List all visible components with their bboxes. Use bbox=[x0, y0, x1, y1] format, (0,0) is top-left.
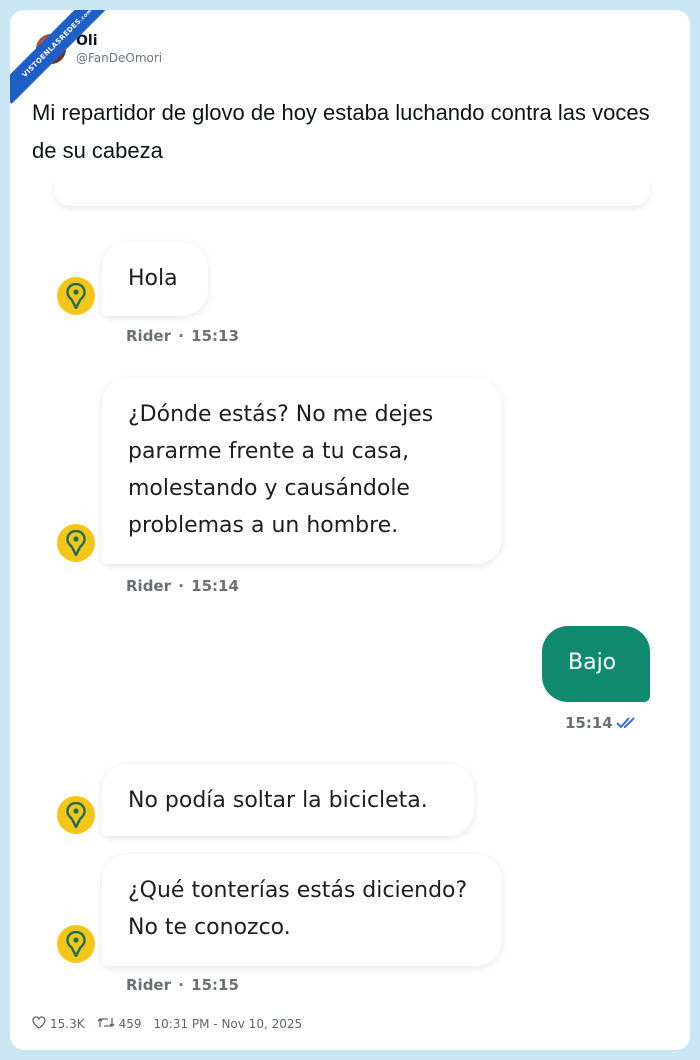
double-check-icon bbox=[616, 716, 640, 734]
chat-bubble-incoming: Hola bbox=[102, 242, 208, 316]
retweet-count: 459 bbox=[118, 1017, 142, 1031]
chat-bubble-outgoing: Bajo bbox=[542, 626, 650, 702]
message-meta: Rider · 15:13 bbox=[126, 327, 239, 345]
heart-icon bbox=[32, 1016, 46, 1032]
chat-bubble-incoming: ¿Dónde estás? No me dejes pararme frente… bbox=[102, 378, 502, 564]
tweet-timestamp[interactable]: 10:31 PM - Nov 10, 2025 bbox=[154, 1017, 303, 1031]
rider-pin-icon bbox=[57, 925, 95, 963]
rider-pin-icon bbox=[57, 277, 95, 315]
tweet-footer: 15.3K 459 10:31 PM - Nov 10, 2025 bbox=[32, 1016, 302, 1032]
chat-screenshot: Hola Rider · 15:13 ¿Dónde estás? No me d… bbox=[10, 180, 690, 1010]
message-meta: Rider · 15:14 bbox=[126, 577, 239, 595]
tweet-card: VISTOENLASREDES.com Oli @FanDeOmori Mi r… bbox=[10, 10, 690, 1050]
author-handle[interactable]: @FanDeOmori bbox=[76, 51, 162, 65]
retweet-icon bbox=[97, 1016, 115, 1032]
chat-bubble-incoming: ¿Qué tonterías estás diciendo? No te con… bbox=[102, 854, 502, 966]
message-meta: 15:14 bbox=[565, 714, 640, 734]
chat-bubble-incoming: No podía soltar la bicicleta. bbox=[102, 764, 474, 836]
previous-message-card bbox=[54, 180, 650, 206]
rider-pin-icon bbox=[57, 796, 95, 834]
retweet-button[interactable]: 459 bbox=[97, 1016, 142, 1032]
like-count: 15.3K bbox=[50, 1017, 85, 1031]
tweet-text: Mi repartidor de glovo de hoy estaba luc… bbox=[32, 100, 650, 163]
like-button[interactable]: 15.3K bbox=[32, 1016, 85, 1032]
message-meta: Rider · 15:15 bbox=[126, 976, 239, 994]
rider-pin-icon bbox=[57, 524, 95, 562]
